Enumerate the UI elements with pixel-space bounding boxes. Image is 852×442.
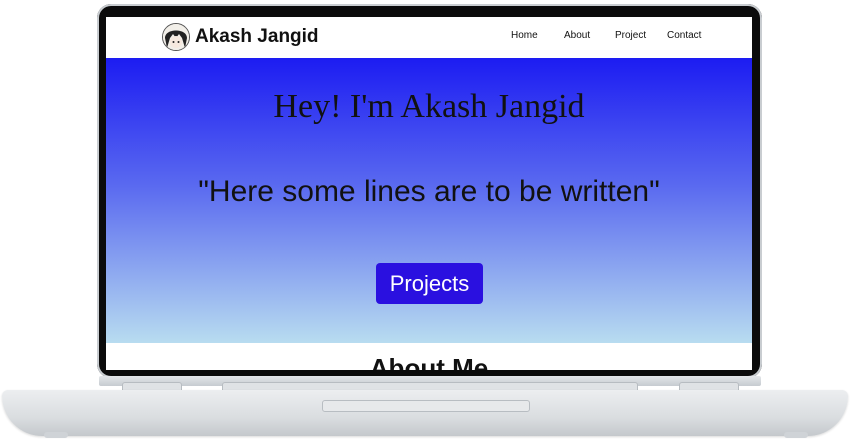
nav-link-contact[interactable]: Contact: [667, 30, 701, 41]
browser-screen: Akash Jangid Home About Project Contact …: [106, 17, 752, 370]
laptop-base: [2, 390, 848, 436]
laptop-foot-left: [44, 432, 68, 438]
laptop-foot-right: [784, 432, 808, 438]
hero-title: Hey! I'm Akash Jangid: [273, 88, 585, 125]
hero-quote: "Here some lines are to be written": [198, 175, 660, 208]
about-section: About Me: [106, 343, 752, 370]
nav-link-project[interactable]: Project: [615, 30, 646, 41]
nav-link-about[interactable]: About: [564, 30, 590, 41]
site-brand[interactable]: Akash Jangid: [195, 26, 319, 48]
hero-section: Hey! I'm Akash Jangid "Here some lines a…: [106, 58, 752, 343]
about-title: About Me: [369, 353, 489, 370]
trackpad: [322, 400, 530, 412]
projects-button[interactable]: Projects: [376, 263, 483, 304]
nav-link-home[interactable]: Home: [511, 30, 538, 41]
navbar: Akash Jangid Home About Project Contact: [106, 17, 752, 58]
avatar-icon[interactable]: [162, 23, 190, 51]
